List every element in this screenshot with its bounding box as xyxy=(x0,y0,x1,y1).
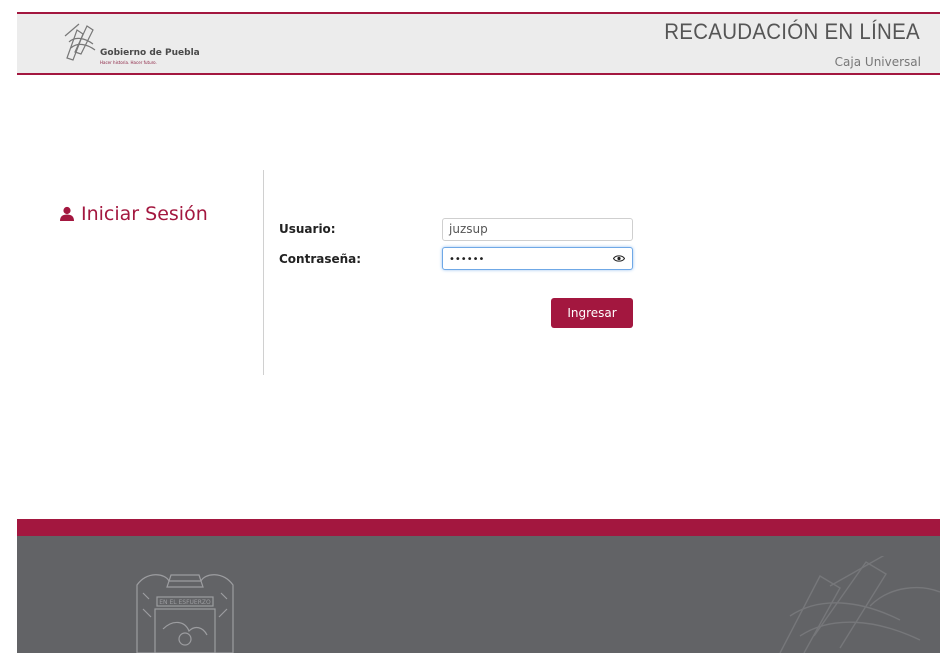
logo-tagline: Hacer historia. Hacer futuro. xyxy=(100,60,157,65)
login-heading-label: Iniciar Sesión xyxy=(81,203,208,225)
site-footer: EN EL ESFUERZO xyxy=(17,536,940,653)
password-input[interactable]: •••••• xyxy=(442,247,633,270)
user-input-value: juzsup xyxy=(449,222,488,236)
login-heading: Iniciar Sesión xyxy=(59,203,208,225)
site-header: Gobierno de Puebla Hacer historia. Hacer… xyxy=(17,12,940,75)
gobierno-puebla-logo[interactable]: Gobierno de Puebla Hacer historia. Hacer… xyxy=(63,22,203,70)
crest-text: EN EL ESFUERZO xyxy=(159,599,211,606)
vertical-divider xyxy=(263,170,264,375)
user-label: Usuario: xyxy=(279,222,336,236)
user-icon xyxy=(60,206,74,221)
user-input[interactable]: juzsup xyxy=(442,218,633,241)
logo-name: Gobierno de Puebla xyxy=(100,48,200,58)
password-input-value: •••••• xyxy=(449,254,485,265)
page-subtitle: Caja Universal xyxy=(834,55,921,69)
page-title: RECAUDACIÓN EN LÍNEA xyxy=(664,19,920,44)
submit-button[interactable]: Ingresar xyxy=(551,298,633,328)
state-crest-icon: EN EL ESFUERZO xyxy=(136,574,234,653)
top-strip xyxy=(0,0,940,12)
password-label: Contraseña: xyxy=(279,252,362,266)
footer-band xyxy=(17,519,940,536)
footer-logo-mark-icon xyxy=(779,556,940,653)
eye-icon[interactable] xyxy=(613,254,625,263)
government-logo-mark-icon xyxy=(64,23,96,61)
